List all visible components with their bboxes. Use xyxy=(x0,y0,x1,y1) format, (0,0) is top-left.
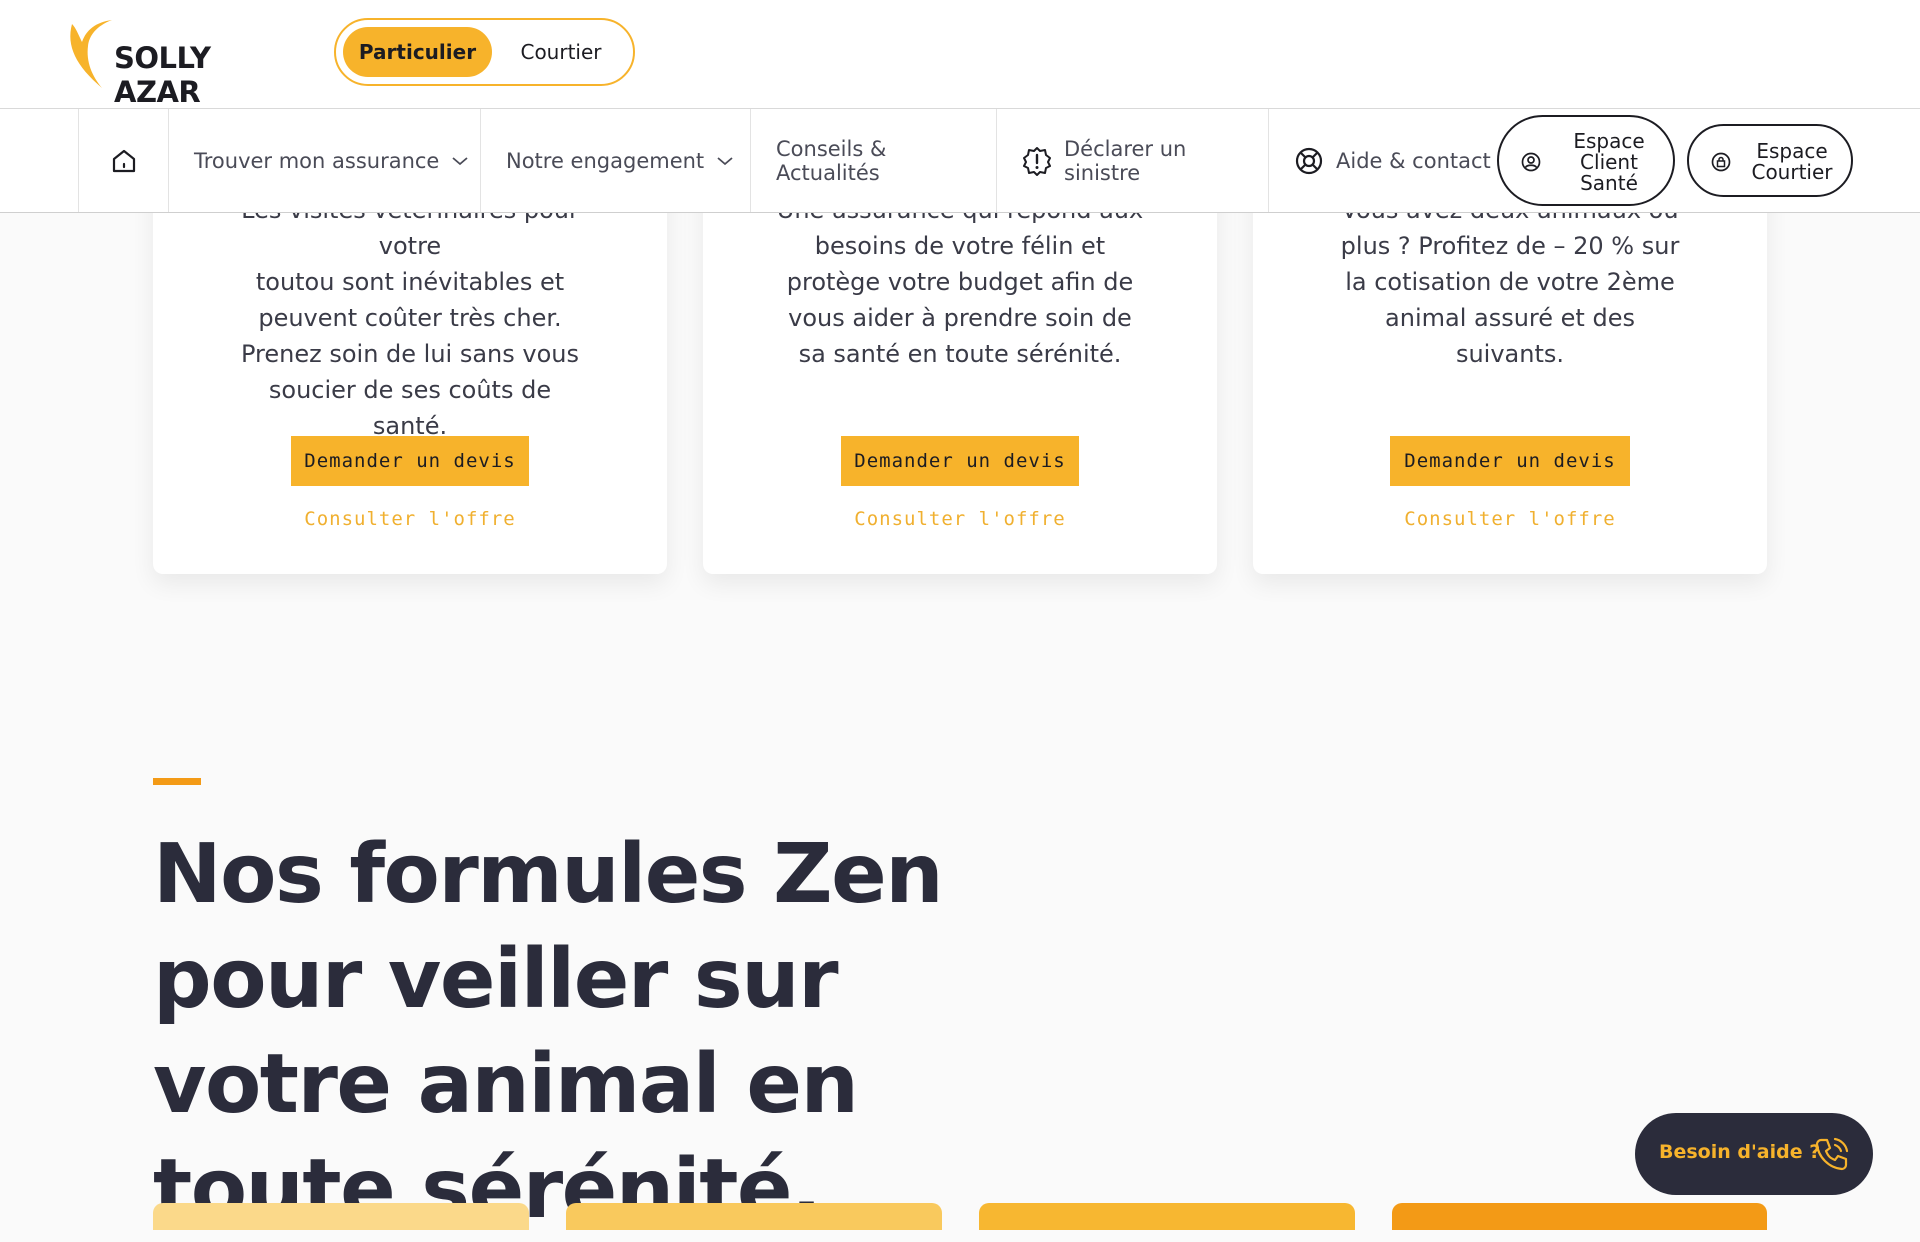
plan-card-4[interactable] xyxy=(1392,1203,1767,1230)
nav-notre-engagement[interactable]: Notre engagement xyxy=(481,109,751,212)
card-description: Vous avez deux animaux ou plus ? Profite… xyxy=(1323,192,1697,372)
section-title: Nos formules Zen pour veiller sur votre … xyxy=(153,827,944,1237)
espace-client-sante-label: Espace Client Santé xyxy=(1573,129,1645,195)
besoin-aide-button[interactable]: Besoin d'aide ? xyxy=(1635,1113,1873,1195)
demander-devis-button[interactable]: Demander un devis xyxy=(291,436,529,486)
consulter-offre-link[interactable]: Consulter l'offre xyxy=(153,508,667,530)
card-text-body: besoins de votre félin et protège votre … xyxy=(786,232,1134,368)
phone-ring-icon xyxy=(1815,1137,1849,1171)
solly-azar-logo[interactable]: SOLLY AZAR xyxy=(62,16,292,109)
plan-card-3[interactable] xyxy=(979,1203,1355,1230)
nav-aide-contact[interactable]: Aide & contact xyxy=(1269,109,1499,212)
home-icon xyxy=(112,149,135,172)
card-chat: Une assurance qui répond aux besoins de … xyxy=(703,150,1217,574)
section-accent-bar xyxy=(153,778,201,785)
chevron-down-icon xyxy=(717,156,733,165)
card-description: Une assurance qui répond aux besoins de … xyxy=(773,192,1147,372)
main-nav: Trouver mon assurance Notre engagement C… xyxy=(0,109,1920,213)
chevron-down-icon xyxy=(452,156,468,165)
besoin-aide-label: Besoin d'aide ? xyxy=(1659,1141,1821,1163)
switch-particulier[interactable]: Particulier xyxy=(343,27,492,77)
audience-switch: Particulier Courtier xyxy=(334,18,635,86)
nav-label: Conseils & Actualités xyxy=(776,136,887,185)
plan-card-2[interactable] xyxy=(566,1203,942,1230)
demander-devis-button[interactable]: Demander un devis xyxy=(841,436,1079,486)
nav-label: Aide & contact xyxy=(1336,148,1491,173)
logo-wordmark: SOLLY AZAR xyxy=(114,41,211,109)
demander-devis-button[interactable]: Demander un devis xyxy=(1390,436,1630,486)
lifebuoy-icon xyxy=(1295,147,1323,174)
alert-badge-icon xyxy=(1023,146,1051,176)
card-description: Les visites vétérinaires pour votre tout… xyxy=(223,192,597,444)
nav-label: Trouver mon assurance xyxy=(194,148,440,173)
plan-card-1[interactable] xyxy=(153,1203,529,1230)
nav-declarer-sinistre[interactable]: Déclarer un sinistre xyxy=(997,109,1269,212)
logo-swoosh-icon xyxy=(70,20,112,88)
consulter-offre-link[interactable]: Consulter l'offre xyxy=(703,508,1217,530)
nav-trouver-assurance[interactable]: Trouver mon assurance xyxy=(169,109,481,212)
user-circle-icon xyxy=(1521,152,1541,172)
nav-label: Notre engagement xyxy=(506,148,705,173)
card-multi-animaux: Vous avez deux animaux ou plus ? Profite… xyxy=(1253,150,1767,574)
card-text-body: plus ? Profitez de – 20 % sur la cotisat… xyxy=(1340,232,1680,368)
espace-client-sante-button[interactable]: Espace Client Santé xyxy=(1497,115,1675,206)
espace-courtier-label: Espace Courtier xyxy=(1751,139,1833,184)
nav-conseils-actualites[interactable]: Conseils & Actualités xyxy=(751,109,997,212)
nav-home[interactable] xyxy=(78,109,169,212)
lock-circle-icon xyxy=(1711,152,1731,172)
top-header: SOLLY AZAR Particulier Courtier xyxy=(0,0,1920,109)
card-chien: Les visites vétérinaires pour votre tout… xyxy=(153,150,667,574)
switch-courtier[interactable]: Courtier xyxy=(496,27,626,77)
nav-label: Déclarer un sinistre xyxy=(1064,136,1187,185)
espace-courtier-button[interactable]: Espace Courtier xyxy=(1687,124,1853,197)
consulter-offre-link[interactable]: Consulter l'offre xyxy=(1253,508,1767,530)
card-text-body: toutou sont inévitables et peuvent coûte… xyxy=(240,268,579,440)
